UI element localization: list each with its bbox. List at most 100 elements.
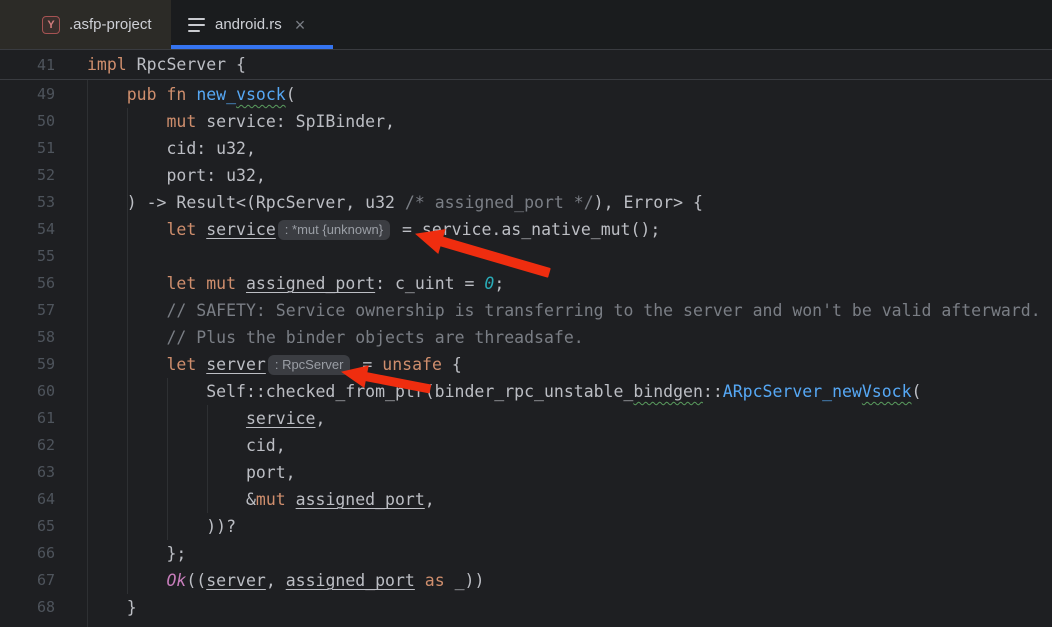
code-line-51[interactable]: 51 cid: u32, bbox=[0, 135, 1052, 162]
code-token bbox=[196, 355, 206, 374]
code-text: Ok((server, assigned_port as _)) bbox=[87, 567, 484, 594]
code-token: service bbox=[206, 220, 276, 239]
code-line-64[interactable]: 64 &mut assigned_port, bbox=[0, 486, 1052, 513]
line-number[interactable]: 58 bbox=[0, 324, 55, 351]
code-token: bindgen bbox=[633, 382, 703, 401]
code-line-53[interactable]: 53 ) -> Result<(RpcServer, u32 /* assign… bbox=[0, 189, 1052, 216]
line-number[interactable]: 51 bbox=[0, 135, 55, 162]
line-number[interactable]: 59 bbox=[0, 351, 55, 378]
sticky-line-header[interactable]: 41 impl RpcServer { bbox=[0, 51, 1052, 80]
code-text: pub fn new_vsock( bbox=[87, 81, 296, 108]
code-token: // SAFETY: Service ownership is transfer… bbox=[166, 301, 1040, 320]
code-line-66[interactable]: 66 }; bbox=[0, 540, 1052, 567]
code-line-58[interactable]: 58 // Plus the binder objects are thread… bbox=[0, 324, 1052, 351]
code-text: } bbox=[87, 594, 137, 621]
close-icon[interactable]: × bbox=[295, 16, 306, 34]
code-text: cid: u32, bbox=[87, 135, 256, 162]
code-token: vsock bbox=[236, 85, 286, 104]
indent-guide bbox=[87, 51, 88, 627]
code-token bbox=[87, 85, 127, 104]
line-number[interactable]: 55 bbox=[0, 243, 55, 270]
code-token: assigned_port bbox=[296, 490, 425, 509]
code-token bbox=[196, 220, 206, 239]
code-text: // SAFETY: Service ownership is transfer… bbox=[87, 297, 1041, 324]
code-line-61[interactable]: 61 service, bbox=[0, 405, 1052, 432]
code-token bbox=[186, 85, 196, 104]
file-lines-icon bbox=[188, 18, 206, 32]
code-token: Ok bbox=[166, 571, 186, 590]
indent-guide bbox=[167, 378, 168, 540]
code-token: mut bbox=[206, 274, 236, 293]
code-text: let mut assigned_port: c_uint = 0; bbox=[87, 270, 504, 297]
code-token: server bbox=[206, 355, 266, 374]
code-line-59[interactable]: 59 let server: RpcServer = unsafe { bbox=[0, 351, 1052, 378]
line-number[interactable]: 61 bbox=[0, 405, 55, 432]
line-number[interactable]: 65 bbox=[0, 513, 55, 540]
code-token: ), Error> { bbox=[594, 193, 703, 212]
code-token: ; bbox=[494, 274, 504, 293]
line-number[interactable]: 64 bbox=[0, 486, 55, 513]
tab-asfp-project-label: .asfp-project bbox=[69, 16, 152, 33]
code-text: impl RpcServer { bbox=[87, 51, 246, 79]
code-line-54[interactable]: 54 let service: *mut {unknown} = service… bbox=[0, 216, 1052, 243]
code-line-65[interactable]: 65 ))? bbox=[0, 513, 1052, 540]
code-token: : c_uint = bbox=[375, 274, 484, 293]
line-number[interactable]: 53 bbox=[0, 189, 55, 216]
code-token: = bbox=[352, 355, 382, 374]
code-editor: 49 pub fn new_vsock(50 mut service: SpIB… bbox=[0, 81, 1052, 621]
line-number[interactable]: 68 bbox=[0, 594, 55, 621]
code-token: assigned_port bbox=[246, 274, 375, 293]
code-line-56[interactable]: 56 let mut assigned_port: c_uint = 0; bbox=[0, 270, 1052, 297]
line-number[interactable]: 63 bbox=[0, 459, 55, 486]
code-line-41[interactable]: 41 impl RpcServer { bbox=[0, 51, 1052, 79]
code-text: let server: RpcServer = unsafe { bbox=[87, 351, 462, 378]
code-line-67[interactable]: 67 Ok((server, assigned_port as _)) bbox=[0, 567, 1052, 594]
active-tab-underline bbox=[171, 45, 333, 49]
line-number[interactable]: 56 bbox=[0, 270, 55, 297]
code-token: server bbox=[206, 571, 266, 590]
code-line-62[interactable]: 62 cid, bbox=[0, 432, 1052, 459]
line-number[interactable]: 41 bbox=[0, 51, 55, 79]
indent-guide bbox=[127, 108, 128, 594]
line-number[interactable]: 67 bbox=[0, 567, 55, 594]
code-token: cid: u32, bbox=[87, 139, 256, 158]
code-text: }; bbox=[87, 540, 186, 567]
code-line-49[interactable]: 49 pub fn new_vsock( bbox=[0, 81, 1052, 108]
code-text: let service: *mut {unknown} = service.as… bbox=[87, 216, 660, 243]
code-line-52[interactable]: 52 port: u32, bbox=[0, 162, 1052, 189]
line-number[interactable]: 60 bbox=[0, 378, 55, 405]
code-token bbox=[196, 274, 206, 293]
line-number[interactable]: 66 bbox=[0, 540, 55, 567]
code-token: new_ bbox=[196, 85, 236, 104]
code-token: assigned_port bbox=[286, 571, 415, 590]
code-line-55[interactable]: 55 bbox=[0, 243, 1052, 270]
code-text: port, bbox=[87, 459, 296, 486]
code-token: ( bbox=[912, 382, 922, 401]
line-number[interactable]: 62 bbox=[0, 432, 55, 459]
code-token bbox=[157, 85, 167, 104]
code-text: Self::checked_from_ptr(binder_rpc_unstab… bbox=[87, 378, 921, 405]
line-number[interactable]: 49 bbox=[0, 81, 55, 108]
tab-asfp-project[interactable]: Y .asfp-project bbox=[0, 0, 171, 49]
code-text: port: u32, bbox=[87, 162, 266, 189]
tab-android-rs[interactable]: android.rs × bbox=[171, 0, 333, 49]
code-token: 0 bbox=[484, 274, 494, 293]
code-token bbox=[236, 274, 246, 293]
code-text: ) -> Result<(RpcServer, u32 /* assigned_… bbox=[87, 189, 703, 216]
code-token: port: u32, bbox=[87, 166, 266, 185]
code-line-63[interactable]: 63 port, bbox=[0, 459, 1052, 486]
code-line-57[interactable]: 57 // SAFETY: Service ownership is trans… bbox=[0, 297, 1052, 324]
line-number[interactable]: 54 bbox=[0, 216, 55, 243]
code-token: :: bbox=[703, 382, 723, 401]
code-line-68[interactable]: 68 } bbox=[0, 594, 1052, 621]
code-line-60[interactable]: 60 Self::checked_from_ptr(binder_rpc_uns… bbox=[0, 378, 1052, 405]
inlay-type-hint: : RpcServer bbox=[268, 355, 351, 375]
code-line-50[interactable]: 50 mut service: SpIBinder, bbox=[0, 108, 1052, 135]
tab-android-rs-label: android.rs bbox=[215, 16, 282, 33]
line-number[interactable]: 57 bbox=[0, 297, 55, 324]
line-number[interactable]: 50 bbox=[0, 108, 55, 135]
line-number[interactable]: 52 bbox=[0, 162, 55, 189]
code-token: port, bbox=[87, 463, 296, 482]
code-token: (( bbox=[186, 571, 206, 590]
code-token: Vsock bbox=[862, 382, 912, 401]
